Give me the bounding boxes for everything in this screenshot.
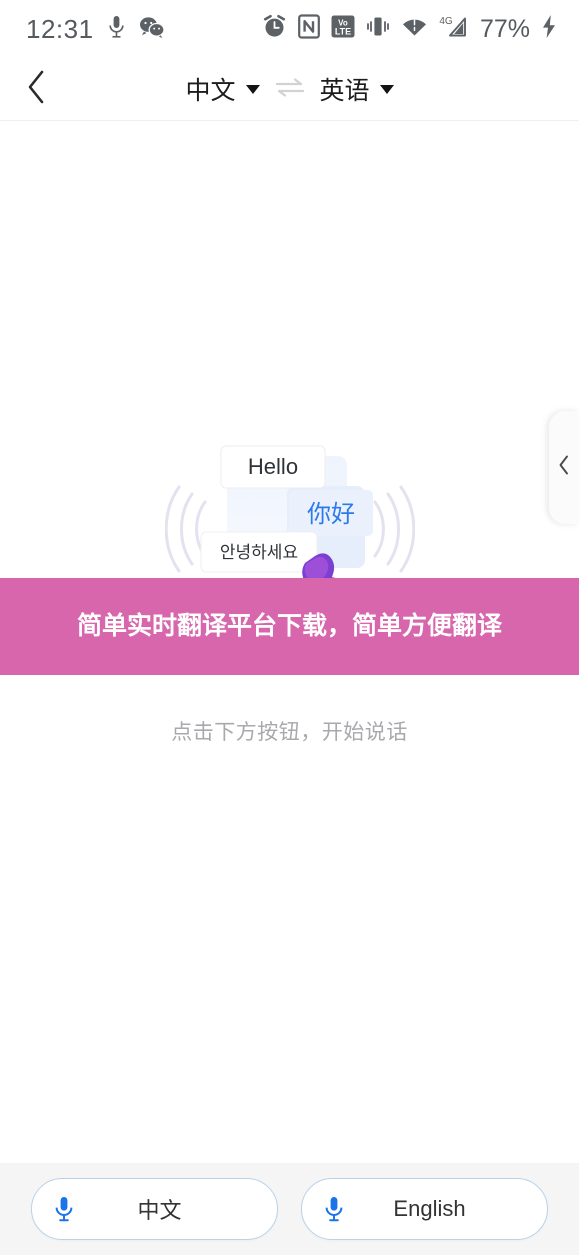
- status-bar: 12:31 Vo LTE 4G 77%: [0, 0, 579, 58]
- source-language-selector[interactable]: 中文: [185, 71, 260, 107]
- svg-text:LTE: LTE: [335, 27, 351, 37]
- volte-icon: Vo LTE: [331, 14, 355, 44]
- caret-down-icon: [245, 84, 260, 94]
- alarm-icon: [262, 14, 287, 44]
- bubble-text-ko: 안녕하세요: [219, 543, 297, 563]
- side-drawer-handle[interactable]: [549, 411, 579, 524]
- app-header: 中文 英语: [0, 58, 579, 121]
- language-switcher: 中文 英语: [185, 71, 394, 107]
- translation-chat-illustration: Hello 你好 안녕하세요: [164, 432, 415, 593]
- mic-button-target[interactable]: English: [301, 1178, 548, 1240]
- status-bar-right: Vo LTE 4G 77%: [262, 14, 557, 44]
- back-button[interactable]: [14, 67, 58, 111]
- chevron-left-icon: [558, 455, 570, 480]
- svg-text:4G: 4G: [439, 16, 453, 27]
- ad-banner[interactable]: 简单实时翻译平台下载，简单方便翻译: [0, 578, 579, 675]
- source-language-label: 中文: [185, 77, 236, 105]
- nfc-icon: [298, 14, 320, 44]
- wifi-icon: [401, 16, 428, 43]
- microphone-icon: [324, 1195, 344, 1223]
- charging-bolt-icon: [541, 14, 557, 44]
- ad-banner-text: 简单实时翻译平台下载，简单方便翻译: [76, 611, 502, 640]
- status-bar-left: 12:31: [26, 14, 165, 45]
- target-language-label: 英语: [319, 77, 370, 105]
- mic-button-source[interactable]: 中文: [31, 1178, 278, 1240]
- 4g-signal-icon: 4G: [439, 14, 467, 44]
- battery-percentage: 77%: [479, 14, 530, 43]
- bottom-bar: 中文 English: [0, 1163, 579, 1255]
- phone-screen: 12:31 Vo LTE 4G 77% 中文 英语 Hello 你好 안녕하세요…: [0, 0, 579, 1255]
- target-language-selector[interactable]: 英语: [320, 71, 394, 107]
- microphone-icon: [54, 1195, 74, 1223]
- vibrate-icon: [366, 14, 390, 44]
- swap-horizontal-icon[interactable]: [274, 75, 306, 104]
- speak-hint-text: 点击下方按钮，开始说话: [171, 721, 408, 744]
- bubble-text-en: Hello: [247, 454, 297, 479]
- caret-down-icon: [379, 84, 394, 94]
- wechat-icon: [139, 16, 165, 43]
- status-time: 12:31: [26, 13, 94, 44]
- bubble-text-zh: 你好: [307, 501, 355, 528]
- microphone-icon: [108, 15, 125, 44]
- chevron-left-icon: [26, 70, 46, 109]
